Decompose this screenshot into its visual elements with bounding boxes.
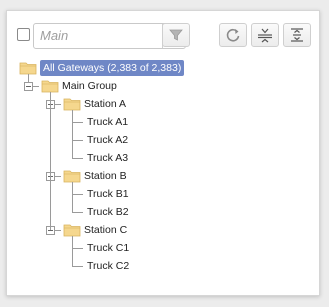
tree-node-truck[interactable]: Truck A3 <box>7 149 319 167</box>
tree-node-station-label: Station A <box>84 98 127 110</box>
folder-icon <box>63 98 81 111</box>
refresh-button[interactable] <box>219 23 247 47</box>
tree-node-truck[interactable]: Truck A1 <box>7 113 319 131</box>
tree-node-truck[interactable]: Truck C2 <box>7 257 319 275</box>
gateway-tree: All Gateways (2,383 of 2,383) Main Group S… <box>7 51 319 291</box>
tree-connector-vertical <box>72 236 73 266</box>
collapse-all-icon <box>258 28 272 43</box>
expand-all-button[interactable] <box>283 23 311 47</box>
tree-node-truck-label: Truck C1 <box>87 242 130 254</box>
tree-connector-vertical <box>72 182 73 212</box>
tree-node-truck-label: Truck B1 <box>87 188 129 200</box>
tree-node-truck-label: Truck C2 <box>87 260 130 272</box>
tree-node-main-group[interactable]: Main Group <box>7 77 319 95</box>
tree-node-all-gateways-label: All Gateways (2,383 of 2,383) <box>40 60 185 76</box>
filter-icon <box>169 29 183 41</box>
tree-connector-vertical <box>50 92 51 230</box>
tree-connector-horizontal <box>72 266 83 267</box>
filter-button[interactable] <box>162 23 190 47</box>
tree-node-station-label: Station C <box>84 224 128 236</box>
tree-connector-horizontal <box>72 248 83 249</box>
tree-connector-horizontal <box>72 194 83 195</box>
tree-connector-horizontal <box>72 122 83 123</box>
folder-icon <box>63 170 81 183</box>
refresh-icon <box>226 28 240 42</box>
tree-connector-horizontal <box>72 212 83 213</box>
tree-node-all-gateways[interactable]: All Gateways (2,383 of 2,383) <box>7 59 319 77</box>
folder-icon <box>63 224 81 237</box>
tree-node-station-label: Station B <box>84 170 127 182</box>
tree-node-truck[interactable]: Truck C1 <box>7 239 319 257</box>
search-input[interactable] <box>34 24 158 46</box>
tree-node-truck-label: Truck B2 <box>87 206 129 218</box>
tree-node-truck-label: Truck A2 <box>87 134 129 146</box>
tree-connector-vertical <box>72 110 73 158</box>
tree-node-truck[interactable]: Truck B1 <box>7 185 319 203</box>
expand-all-icon <box>291 28 303 42</box>
folder-icon <box>19 62 37 75</box>
select-all-checkbox[interactable] <box>17 28 30 41</box>
collapse-all-button[interactable] <box>251 23 279 47</box>
tree-node-truck[interactable]: Truck A2 <box>7 131 319 149</box>
tree-node-truck[interactable]: Truck B2 <box>7 203 319 221</box>
tree-node-truck-label: Truck A1 <box>87 116 129 128</box>
toolbar: x <box>7 11 319 51</box>
folder-icon <box>41 80 59 93</box>
tree-node-truck-label: Truck A3 <box>87 152 129 164</box>
collapse-toggle[interactable] <box>24 82 33 91</box>
tree-node-main-group-label: Main Group <box>62 80 117 92</box>
tree-connector-horizontal <box>72 140 83 141</box>
tree-connector-horizontal <box>72 158 83 159</box>
gateway-tree-panel: x <box>6 10 320 296</box>
